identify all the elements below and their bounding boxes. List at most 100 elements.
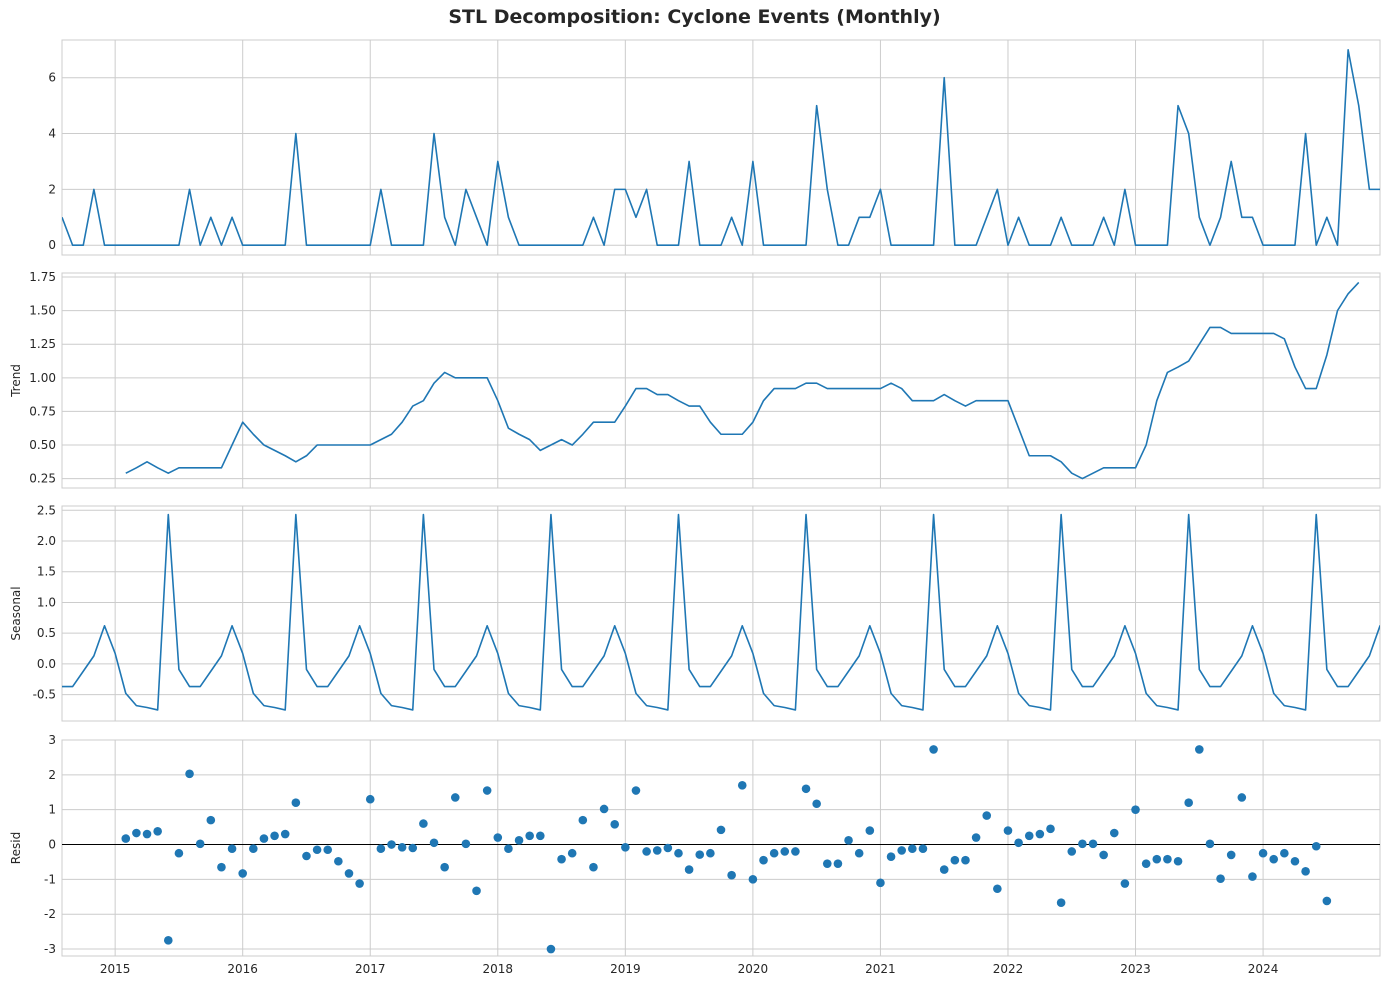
- resid-point: [1014, 838, 1023, 848]
- resid-point: [450, 793, 460, 802]
- x-tick-label: 2024: [1248, 962, 1279, 976]
- resid-point: [185, 769, 194, 779]
- y-tick-label: 3: [48, 733, 56, 747]
- resid-point: [1195, 745, 1204, 754]
- resid-point: [387, 840, 396, 849]
- x-tick-label: 2020: [738, 962, 769, 976]
- resid-point: [557, 854, 566, 864]
- resid-point: [1248, 872, 1257, 881]
- y-tick-label: 1.50: [29, 304, 56, 318]
- resid-point: [334, 856, 343, 866]
- resid-point: [769, 848, 779, 858]
- resid-panel: -3 -2 -1 0 1 2 3 Resid: [9, 733, 1381, 957]
- resid-point: [238, 869, 247, 878]
- resid-point: [1056, 898, 1066, 907]
- resid-point: [1301, 867, 1310, 876]
- resid-point: [302, 851, 311, 861]
- resid-point: [1035, 829, 1045, 839]
- x-tick-label: 2017: [355, 962, 386, 976]
- resid-point: [1163, 854, 1172, 864]
- resid-point: [429, 838, 439, 848]
- resid-point: [1003, 826, 1013, 835]
- resid-point: [1216, 874, 1225, 883]
- resid-point: [121, 834, 131, 843]
- y-tick-label: 0: [48, 238, 56, 252]
- resid-point: [376, 844, 386, 853]
- resid-point: [504, 844, 513, 853]
- resid-point: [716, 825, 726, 835]
- x-tick-label: 2016: [227, 962, 258, 976]
- resid-point: [833, 859, 843, 868]
- resid-point: [525, 831, 534, 841]
- x-tick-label: 2023: [1120, 962, 1151, 976]
- resid-point: [270, 831, 279, 841]
- resid-point: [1311, 841, 1321, 851]
- y-tick-label: 0.75: [29, 404, 56, 418]
- resid-point: [982, 811, 992, 820]
- resid-point: [939, 865, 949, 874]
- resid-point: [854, 848, 864, 858]
- y-tick-label: 1.0: [37, 595, 56, 609]
- resid-point: [440, 862, 449, 872]
- x-axis: 2015 2016 2017 2018 2019 2020 2021 2022 2023 2024: [100, 962, 1278, 976]
- resid-point: [1046, 824, 1055, 834]
- resid-point: [1067, 847, 1077, 856]
- resid-point: [206, 815, 216, 825]
- resid-point: [1226, 850, 1236, 860]
- observed-panel: 0 2 4 6: [48, 39, 1381, 256]
- resid-point: [1131, 805, 1140, 814]
- resid-point: [897, 846, 906, 855]
- resid-point: [323, 845, 333, 855]
- resid-point: [578, 815, 588, 825]
- resid-point: [652, 846, 662, 855]
- resid-point: [461, 839, 471, 849]
- resid-point: [929, 745, 938, 754]
- resid-point: [1024, 831, 1034, 841]
- resid-point: [514, 836, 524, 845]
- y-tick-label: 2: [48, 768, 56, 782]
- resid-point: [174, 848, 184, 858]
- resid-point: [1322, 896, 1332, 906]
- resid-point: [589, 862, 598, 872]
- y-tick-label: -2: [44, 907, 56, 921]
- resid-point: [493, 833, 503, 842]
- resid-point: [1109, 828, 1119, 838]
- resid-point: [748, 875, 758, 884]
- resid-point: [365, 794, 375, 804]
- seasonal-series-line: [62, 513, 1380, 711]
- resid-point: [419, 819, 428, 828]
- resid-point: [759, 855, 768, 865]
- resid-point: [408, 843, 418, 853]
- resid-point: [1269, 854, 1279, 864]
- resid-point: [536, 831, 545, 841]
- resid-point: [312, 845, 322, 855]
- x-tick-label: 2022: [993, 962, 1024, 976]
- y-tick-label: 4: [48, 127, 56, 141]
- resid-point: [280, 829, 290, 839]
- resid-point: [599, 804, 609, 814]
- y-tick-label: 1.5: [37, 565, 56, 579]
- resid-point: [971, 833, 981, 842]
- resid-point: [993, 884, 1002, 894]
- y-axis-label: Seasonal: [9, 586, 23, 640]
- y-axis-label: Resid: [9, 832, 23, 864]
- y-tick-label: 0.50: [29, 438, 56, 452]
- resid-point: [1078, 839, 1087, 849]
- y-tick-label: 1.00: [29, 371, 56, 385]
- resid-point: [1141, 859, 1151, 868]
- resid-point: [663, 843, 673, 853]
- resid-point: [908, 844, 917, 853]
- y-tick-label: 2.5: [37, 503, 56, 517]
- resid-point: [737, 780, 747, 790]
- resid-point: [567, 848, 577, 858]
- panel-frame: [61, 505, 1381, 722]
- resid-point: [472, 886, 481, 896]
- stl-decomposition-chart: 0246 0.250.500.751.001.251.501.75Trend -…: [9, 39, 1381, 976]
- resid-point: [1184, 798, 1193, 808]
- y-tick-label: -0.5: [33, 688, 56, 702]
- trend-series-line: [125, 281, 1360, 480]
- resid-point: [163, 936, 173, 945]
- x-tick-label: 2018: [483, 962, 514, 976]
- resid-point: [780, 847, 790, 856]
- resid-point: [142, 829, 152, 839]
